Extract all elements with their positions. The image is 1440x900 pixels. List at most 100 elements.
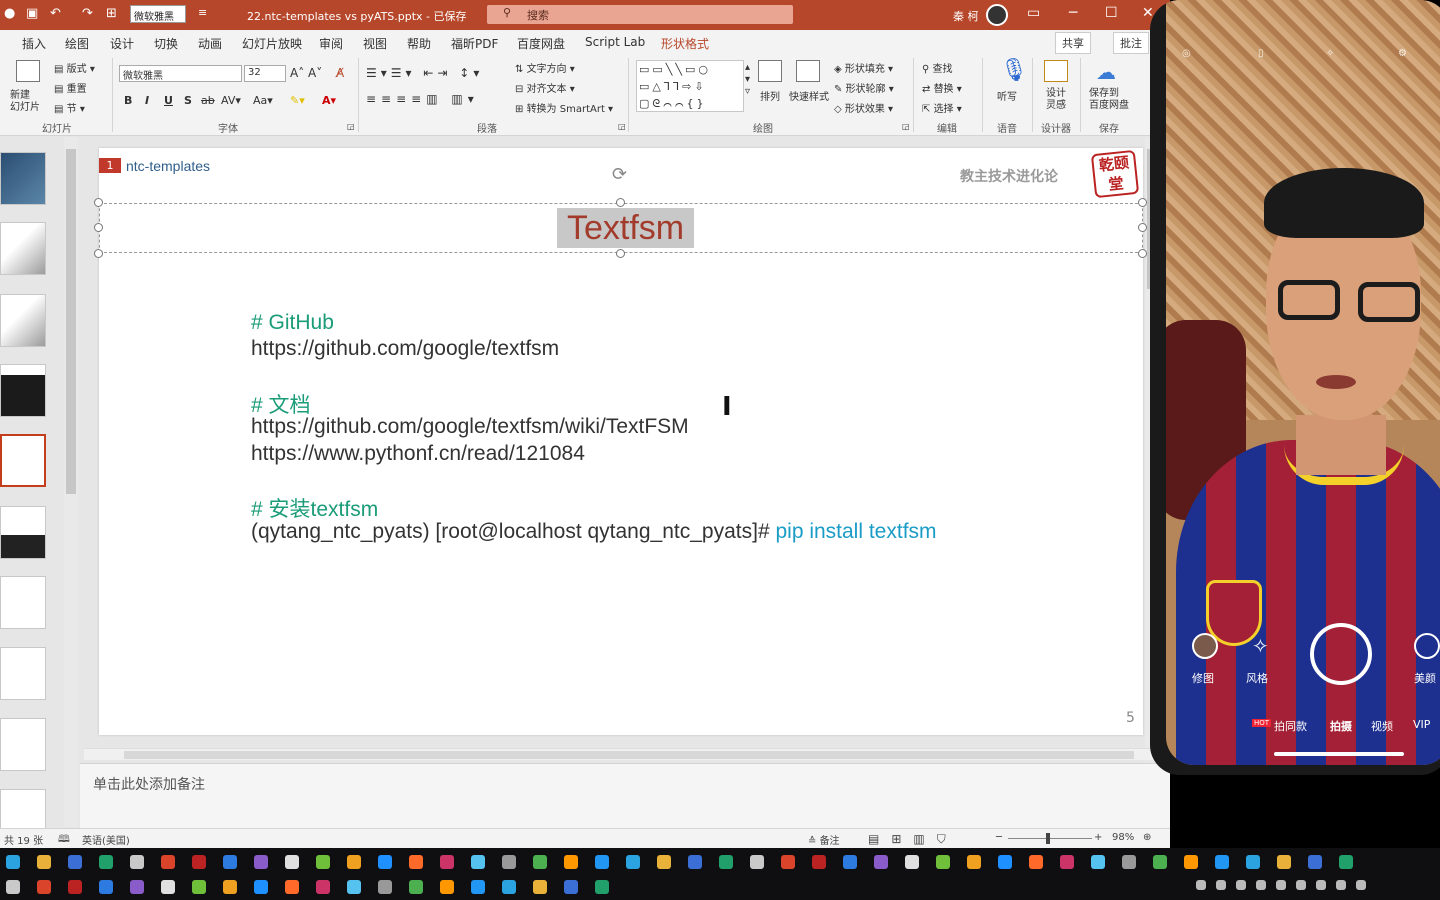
slide-thumbnail[interactable] <box>0 647 46 700</box>
zoom-slider[interactable] <box>1008 838 1092 839</box>
taskbar-app-icon[interactable] <box>626 855 640 869</box>
taskbar-app-icon[interactable] <box>1277 855 1291 869</box>
tray-icon[interactable] <box>1336 880 1346 890</box>
taskbar-app-icon[interactable] <box>564 880 578 894</box>
taskbar-app-icon[interactable] <box>533 880 547 894</box>
quick-font-select[interactable]: 微软雅黑 <box>130 5 186 23</box>
slide-thumbnail-selected[interactable] <box>0 434 46 487</box>
install-command-line[interactable]: (qytang_ntc_pyats) [root@localhost qytan… <box>251 520 937 544</box>
taskbar-app-icon[interactable] <box>1153 855 1167 869</box>
save-to-baidu-button[interactable]: 保存到 百度网盘 <box>1089 88 1129 112</box>
section-button[interactable]: ▤ 节 ▾ <box>54 100 85 115</box>
paragraph-dialog-launcher-icon[interactable]: ◲ <box>618 122 626 131</box>
drawing-dialog-launcher-icon[interactable]: ◲ <box>902 122 910 131</box>
ribbon-display-icon[interactable]: ▭ <box>1027 5 1040 21</box>
find-button[interactable]: ⚲ 查找 <box>922 60 953 75</box>
taskbar-app-icon[interactable] <box>1339 855 1353 869</box>
taskbar-app-icon[interactable] <box>719 855 733 869</box>
tab-view[interactable]: 视图 <box>363 35 387 52</box>
pythonf-url[interactable]: https://www.pythonf.cn/read/121084 <box>251 442 585 466</box>
zoom-slider-knob[interactable] <box>1046 833 1050 844</box>
tray-icon[interactable] <box>1216 880 1226 890</box>
taskbar-app-icon[interactable] <box>471 880 485 894</box>
quick-styles-button[interactable]: 快速样式 <box>789 88 829 103</box>
slide-canvas[interactable]: 1 ntc-templates 教主技术进化论 乾颐堂 ⟳ Textfsm # … <box>94 148 1147 735</box>
taskbar-app-icon[interactable] <box>285 855 299 869</box>
tab-shape-format[interactable]: 形状格式 <box>661 35 709 52</box>
slide-thumbnail[interactable] <box>0 152 46 205</box>
designer-icon[interactable] <box>1044 60 1068 82</box>
tray-icon[interactable] <box>1316 880 1326 890</box>
slide-thumbnail[interactable] <box>0 718 46 771</box>
tab-insert[interactable]: 插入 <box>22 35 46 52</box>
slide-thumbnail[interactable] <box>0 789 46 829</box>
search-box[interactable]: ⚲ 搜索 <box>487 5 793 24</box>
taskbar-app-icon[interactable] <box>223 855 237 869</box>
new-slide-icon[interactable] <box>16 60 40 82</box>
taskbar-app-icon[interactable] <box>130 855 144 869</box>
taskbar-app-icon[interactable] <box>502 880 516 894</box>
taskbar-app-icon[interactable] <box>223 880 237 894</box>
font-dialog-launcher-icon[interactable]: ◲ <box>347 122 355 131</box>
mode-vip[interactable]: VIP <box>1413 718 1430 731</box>
slide-horizontal-scrollbar[interactable] <box>84 748 1155 760</box>
github-url[interactable]: https://github.com/google/textfsm <box>251 337 559 361</box>
select-button[interactable]: ⇱ 选择 ▾ <box>922 100 962 115</box>
font-color-icon[interactable]: A▾ <box>322 94 336 107</box>
change-case-button[interactable]: Aa▾ <box>253 94 273 107</box>
slide-thumbnail[interactable] <box>0 222 46 275</box>
resize-handle[interactable] <box>1138 198 1147 207</box>
thumbnails-scrollbar[interactable] <box>64 137 78 827</box>
scrollbar-thumb[interactable] <box>66 149 76 494</box>
shape-fill-button[interactable]: ◈ 形状填充 ▾ <box>834 60 893 75</box>
tab-review[interactable]: 审阅 <box>319 35 343 52</box>
arrange-icon[interactable] <box>758 60 782 82</box>
taskbar-app-icon[interactable] <box>347 855 361 869</box>
grow-font-icon[interactable]: A˄ A˅ <box>290 66 322 80</box>
style-icon[interactable]: ✧ <box>1252 634 1269 658</box>
slide-thumbnail[interactable] <box>0 506 46 559</box>
redo-icon[interactable]: ↷ <box>82 6 93 21</box>
autosave-icon[interactable]: ● <box>4 6 15 21</box>
rotate-handle-icon[interactable]: ⟳ <box>612 164 627 185</box>
spellcheck-icon[interactable]: 🕮 <box>58 832 70 848</box>
smartart-button[interactable]: ⊞ 转换为 SmartArt ▾ <box>515 100 613 115</box>
zoom-out-icon[interactable]: ─ <box>996 832 1002 843</box>
taskbar-app-icon[interactable] <box>1060 855 1074 869</box>
aspect-ratio-icon[interactable]: ▯ <box>1258 48 1264 59</box>
taskbar-app-icon[interactable] <box>936 855 950 869</box>
resize-handle[interactable] <box>94 249 103 258</box>
underline-button[interactable]: U <box>164 94 173 107</box>
zoom-in-icon[interactable]: + <box>1094 832 1102 843</box>
avatar[interactable] <box>986 4 1008 26</box>
mode-video[interactable]: 视频 <box>1371 718 1393 734</box>
highlight-icon[interactable]: ✎▾ <box>290 94 305 107</box>
taskbar-app-icon[interactable] <box>37 880 51 894</box>
font-size-select[interactable]: 32 <box>244 65 286 82</box>
taskbar-app-icon[interactable] <box>750 855 764 869</box>
taskbar-app-icon[interactable] <box>781 855 795 869</box>
layout-button[interactable]: ▤ 版式 ▾ <box>54 60 95 75</box>
taskbar-app-icon[interactable] <box>1246 855 1260 869</box>
minimize-icon[interactable]: ─ <box>1069 5 1077 21</box>
shapes-gallery[interactable]: ▭▭╲╲▭○ ▭△⅂⅂⇨⇩ ▢ᘓ⌒⌒{} <box>636 60 744 112</box>
tab-draw[interactable]: 绘图 <box>65 35 89 52</box>
taskbar-app-icon[interactable] <box>99 880 113 894</box>
settings-icon[interactable]: ⚙ <box>1398 48 1407 59</box>
tab-baidu-netdisk[interactable]: 百度网盘 <box>517 35 565 52</box>
edit-thumbnail-icon[interactable] <box>1192 633 1218 659</box>
taskbar-app-icon[interactable] <box>285 880 299 894</box>
taskbar-app-icon[interactable] <box>1215 855 1229 869</box>
dictate-button[interactable]: 听写 <box>997 88 1017 103</box>
slide-thumbnail[interactable] <box>0 576 46 629</box>
resize-handle[interactable] <box>616 198 625 207</box>
present-icon[interactable]: ⊞ <box>106 6 117 21</box>
taskbar-app-icon[interactable] <box>1091 855 1105 869</box>
notes-pane[interactable]: 单击此处添加备注 <box>80 763 1170 828</box>
tab-animations[interactable]: 动画 <box>198 35 222 52</box>
taskbar-app-icon[interactable] <box>316 855 330 869</box>
list-buttons-icon[interactable]: ☰▾☰▾ ⇤⇥ ↕▾ <box>366 66 483 80</box>
text-direction-button[interactable]: ⇅ 文字方向 ▾ <box>515 60 575 75</box>
taskbar-app-icon[interactable] <box>595 855 609 869</box>
style-button[interactable]: 风格 <box>1246 670 1268 686</box>
